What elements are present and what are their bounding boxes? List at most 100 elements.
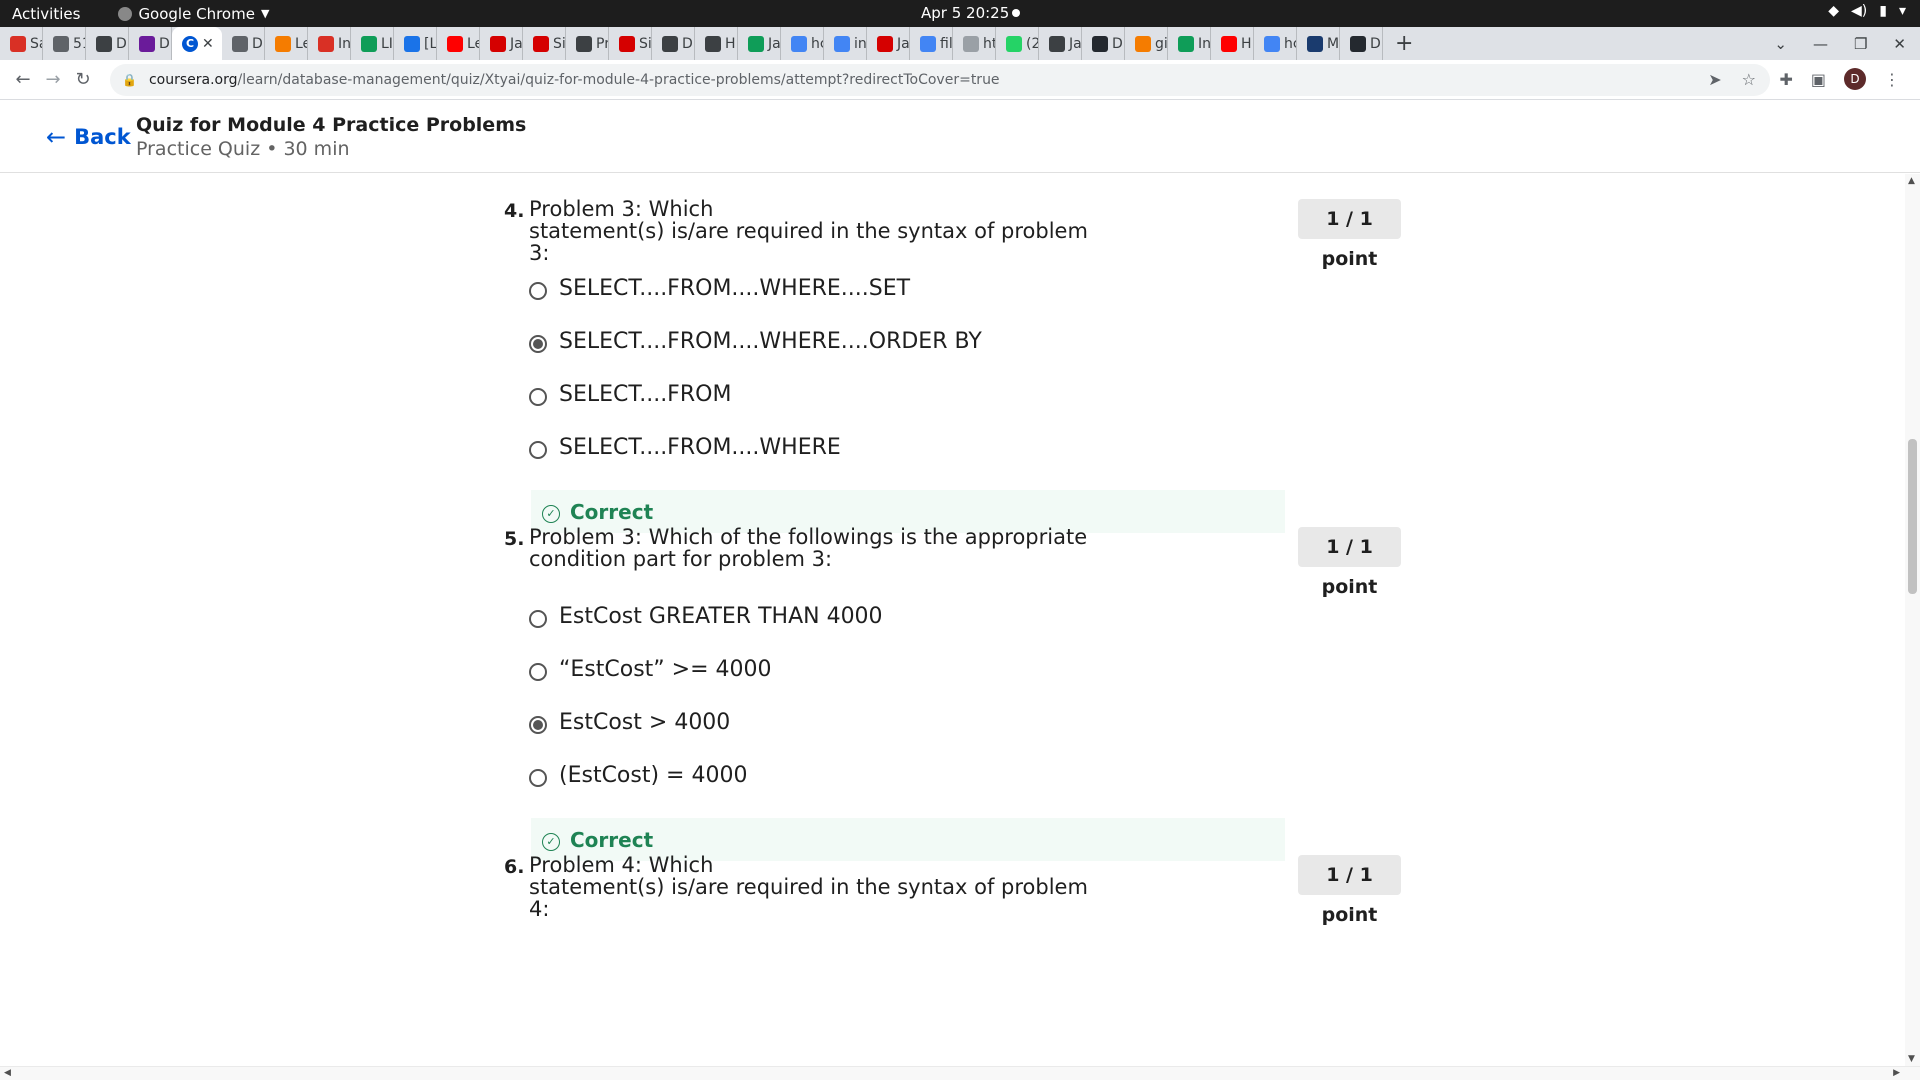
browser-tab[interactable]: Si [523, 27, 566, 60]
browser-tab[interactable]: Di [129, 27, 172, 60]
tab-label: hc [811, 35, 823, 52]
tab-label: LI [381, 35, 393, 52]
back-link[interactable]: ← Back [46, 123, 131, 151]
close-tab-icon[interactable]: ✕ [202, 36, 214, 52]
tab-search-icon[interactable]: ⌄ [1774, 35, 1787, 53]
tab-favicon-icon [1049, 35, 1065, 52]
browser-tab[interactable]: D [1082, 27, 1125, 60]
radio-unchecked-icon[interactable] [529, 609, 547, 628]
answer-option[interactable]: EstCost > 4000 [529, 710, 730, 735]
forward-arrow-icon[interactable]: → [38, 69, 68, 90]
horizontal-scrollbar[interactable]: ◀ ▶ [0, 1066, 1920, 1080]
browser-tab[interactable]: Le [265, 27, 308, 60]
tab-favicon-icon [1135, 35, 1151, 52]
lock-icon[interactable]: 🔒 [122, 73, 137, 87]
scroll-up-icon[interactable]: ▲ [1908, 176, 1915, 186]
answer-option[interactable]: EstCost GREATER THAN 4000 [529, 604, 883, 629]
browser-tab[interactable]: D [222, 27, 265, 60]
question-text: Problem 4: Which statement(s) is/are req… [529, 853, 1088, 921]
radio-unchecked-icon[interactable] [529, 768, 547, 787]
answer-option[interactable]: (EstCost) = 4000 [529, 763, 747, 788]
answer-option[interactable]: SELECT....FROM....WHERE....SET [529, 276, 910, 301]
browser-tab[interactable]: Ja [867, 27, 910, 60]
browser-tab[interactable]: hc [781, 27, 824, 60]
browser-tab[interactable]: Ja [480, 27, 523, 60]
tab-favicon-icon [1092, 35, 1108, 52]
profile-avatar[interactable]: D [1844, 68, 1866, 90]
tab-favicon-icon [318, 35, 334, 52]
tab-favicon-icon [791, 35, 807, 52]
clock[interactable]: Apr 5 20:25 [921, 4, 1009, 22]
page-title: Quiz for Module 4 Practice Problems [136, 114, 527, 136]
tab-favicon-icon [1221, 35, 1237, 52]
back-arrow-icon[interactable]: ← [8, 69, 38, 90]
vertical-scrollbar[interactable]: ▲ ▼ [1905, 174, 1920, 1066]
scrollbar-thumb[interactable] [1908, 439, 1917, 594]
quiz-content[interactable]: 4. Problem 3: Which statement(s) is/are r… [0, 174, 1905, 1066]
tab-favicon-icon [490, 35, 506, 52]
arrow-left-icon: ← [46, 123, 67, 151]
radio-unchecked-icon[interactable] [529, 387, 547, 406]
answer-option[interactable]: SELECT....FROM....WHERE....ORDER BY [529, 329, 982, 354]
answer-option-label: SELECT....FROM [559, 382, 732, 407]
tab-label: D [1112, 35, 1123, 52]
radio-checked-icon[interactable] [529, 334, 547, 353]
answer-option[interactable]: SELECT....FROM....WHERE [529, 435, 841, 460]
browser-tab[interactable]: M [1297, 27, 1340, 60]
menu-kebab-icon[interactable]: ⋮ [1884, 70, 1900, 89]
browser-tab[interactable]: fil [910, 27, 953, 60]
browser-tab[interactable]: gi [1125, 27, 1168, 60]
close-window-icon[interactable]: ✕ [1893, 35, 1906, 53]
browser-tab[interactable]: (2 [996, 27, 1039, 60]
activities-button[interactable]: Activities [12, 5, 80, 23]
browser-tab[interactable]: H [1211, 27, 1254, 60]
new-tab-icon[interactable]: + [1395, 31, 1413, 56]
scroll-right-icon[interactable]: ▶ [1893, 1068, 1900, 1078]
browser-tab[interactable]: Sa [0, 27, 43, 60]
minimize-icon[interactable]: — [1813, 35, 1828, 53]
back-label: Back [74, 125, 131, 149]
browser-tab[interactable]: Le [437, 27, 480, 60]
window-controls: ⌄ — ❐ ✕ [1774, 27, 1920, 60]
browser-tab[interactable]: Si [609, 27, 652, 60]
side-panel-icon[interactable]: ▣ [1811, 70, 1826, 89]
radio-unchecked-icon[interactable] [529, 281, 547, 300]
browser-tab[interactable]: D [1340, 27, 1383, 60]
browser-tab[interactable]: ht [953, 27, 996, 60]
extensions-puzzle-icon[interactable]: ✚ [1779, 70, 1792, 89]
scroll-down-icon[interactable]: ▼ [1908, 1054, 1915, 1064]
radio-unchecked-icon[interactable] [529, 440, 547, 459]
browser-tab[interactable]: in [824, 27, 867, 60]
send-icon[interactable]: ➤ [1708, 70, 1721, 89]
notification-dot-icon [1012, 9, 1020, 17]
browser-tab[interactable]: Ja [1039, 27, 1082, 60]
browser-tab[interactable]: [L [394, 27, 437, 60]
browser-tab[interactable]: hc [1254, 27, 1297, 60]
tab-label: M [1327, 35, 1340, 52]
browser-tab[interactable]: H [695, 27, 738, 60]
reload-icon[interactable]: ↻ [68, 69, 98, 90]
quiz-header: ← Back Quiz for Module 4 Practice Proble… [0, 101, 1920, 173]
browser-tab[interactable]: Pr [566, 27, 609, 60]
browser-tab[interactable]: Ja [738, 27, 781, 60]
system-tray[interactable]: ◆ ◀) ▮ ▾ [1828, 3, 1906, 19]
browser-tab[interactable]: Di [86, 27, 129, 60]
radio-unchecked-icon[interactable] [529, 662, 547, 681]
bookmark-star-icon[interactable]: ☆ [1742, 70, 1756, 89]
app-menu[interactable]: Google Chrome ▼ [118, 5, 269, 23]
answer-option-label: “EstCost” >= 4000 [559, 657, 772, 682]
browser-tab[interactable]: In [308, 27, 351, 60]
answer-option[interactable]: “EstCost” >= 4000 [529, 657, 772, 682]
radio-checked-icon[interactable] [529, 715, 547, 734]
tab-active[interactable]: C ✕ [172, 27, 222, 60]
restore-icon[interactable]: ❐ [1854, 35, 1867, 53]
address-bar[interactable]: 🔒 coursera.org /learn/database-managemen… [110, 64, 1770, 96]
browser-tab[interactable]: In [1168, 27, 1211, 60]
browser-tab[interactable]: 51 [43, 27, 86, 60]
answer-option[interactable]: SELECT....FROM [529, 382, 731, 407]
browser-tab[interactable]: LI [351, 27, 394, 60]
browser-tab[interactable]: D [652, 27, 695, 60]
scroll-left-icon[interactable]: ◀ [4, 1068, 11, 1078]
check-circle-icon: ✓ [542, 832, 560, 851]
question-number: 5. [504, 528, 525, 550]
